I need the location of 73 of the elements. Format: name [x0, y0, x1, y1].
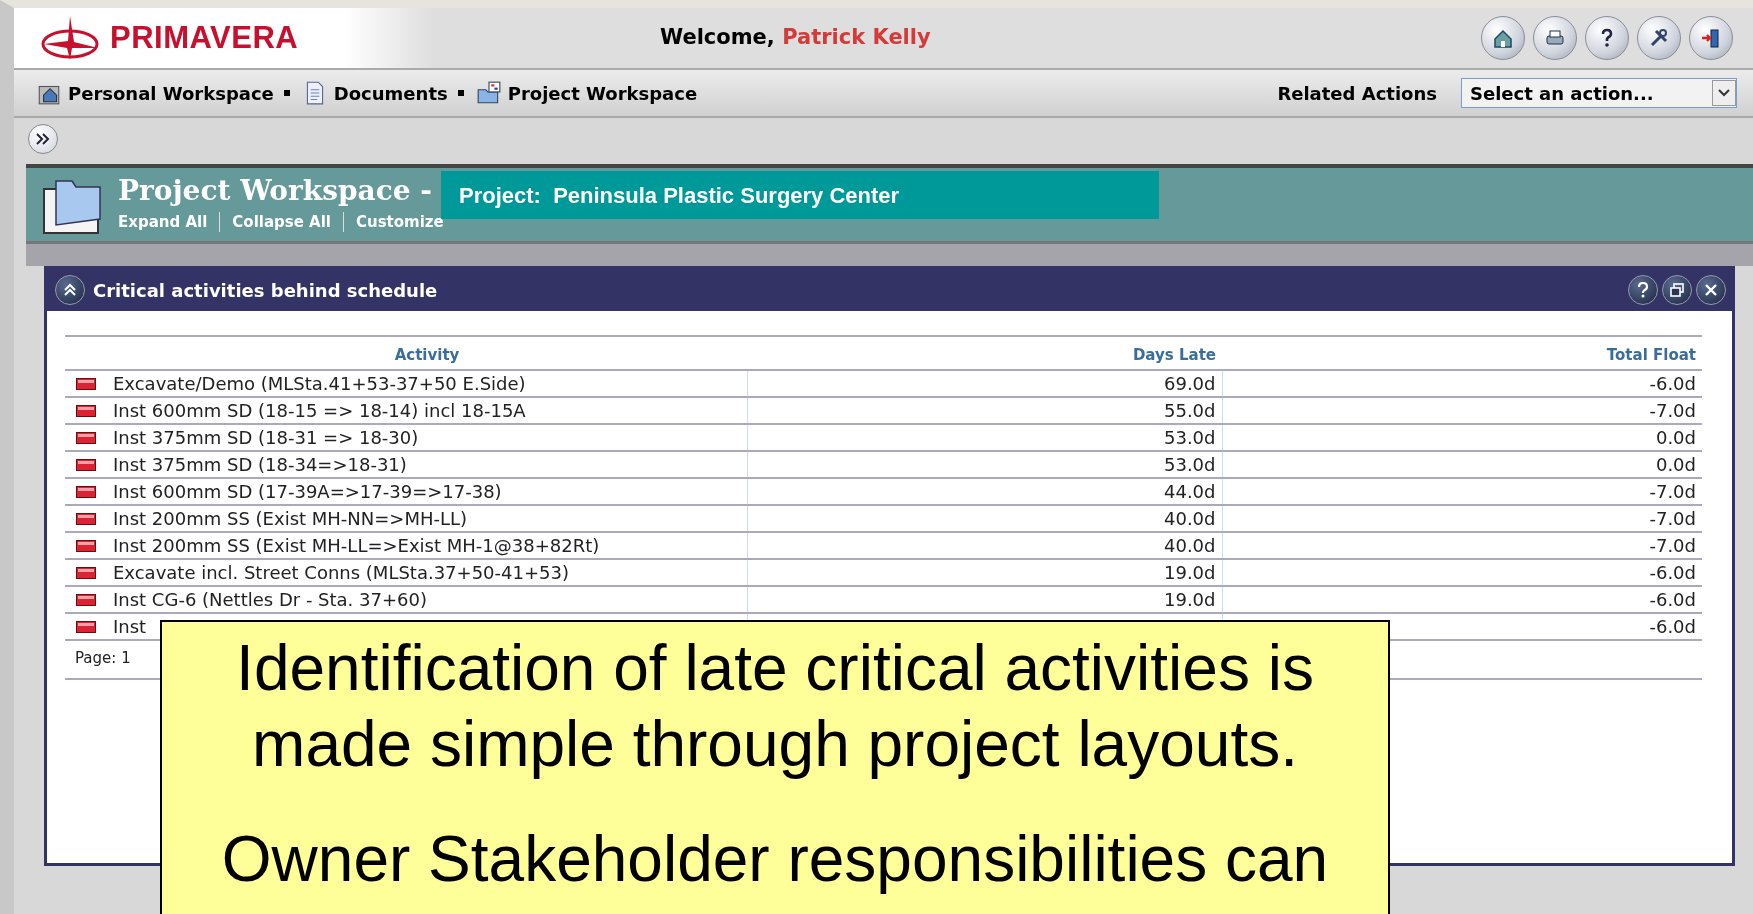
table-cell: 69.0d	[1164, 372, 1216, 394]
table-cell: Inst	[113, 615, 147, 637]
bar-icon	[76, 404, 96, 417]
table-cell: -7.0d	[1649, 399, 1696, 421]
chevron-up-icon	[63, 283, 77, 297]
logout-button[interactable]	[1689, 16, 1733, 60]
collapse-button[interactable]	[55, 275, 85, 305]
close-icon	[1704, 283, 1718, 297]
portlet-title: Critical activities behind schedule	[93, 278, 438, 303]
restore-icon	[1670, 283, 1684, 297]
restore-button[interactable]	[1662, 275, 1692, 305]
column-header: Total Float	[1606, 345, 1696, 364]
logo-text: PRIMAVERA	[110, 18, 299, 57]
tools-button[interactable]	[1637, 16, 1681, 60]
nav-link[interactable]: Project Workspace	[507, 79, 698, 107]
table-cell: -6.0d	[1649, 372, 1696, 394]
table-cell: Inst 200mm SS (Exist MH-NN=>MH-LL)	[113, 507, 468, 529]
bar-icon	[76, 458, 96, 471]
bar-icon	[76, 620, 96, 633]
column-header: Days Late	[1132, 345, 1216, 364]
table-cell: Inst 375mm SD (18-31 => 18-30)	[113, 426, 419, 448]
caret-icon	[1718, 89, 1730, 97]
chevron-right-icon	[36, 133, 50, 145]
bar-icon	[76, 566, 96, 579]
table-cell: -7.0d	[1649, 480, 1696, 502]
table-cell: -6.0d	[1649, 588, 1696, 610]
table-cell: 40.0d	[1164, 534, 1216, 556]
table-cell: 53.0d	[1164, 426, 1216, 448]
help-button[interactable]	[1585, 16, 1629, 60]
table-cell: -6.0d	[1649, 561, 1696, 583]
home-button[interactable]	[1481, 16, 1525, 60]
table-cell: Inst 200mm SS (Exist MH-LL=>Exist MH-1@38+82Rt)	[113, 534, 600, 556]
table-cell: Excavate/Demo (MLSta.41+53-37+50 E.Side)	[113, 372, 526, 394]
bar-icon	[76, 377, 96, 390]
nav-link[interactable]: Documents	[333, 79, 448, 107]
bar-icon	[76, 485, 96, 498]
bar-icon	[76, 593, 96, 606]
table-cell: 40.0d	[1164, 507, 1216, 529]
table-cell: 55.0d	[1164, 399, 1216, 421]
table-cell: Inst 375mm SD (18-34=>18-31)	[113, 453, 407, 475]
bullet-icon	[283, 90, 290, 96]
workspace-title: Project Workspace -	[118, 175, 433, 207]
page-indicator: Page: 1	[75, 648, 132, 669]
table-cell: 44.0d	[1164, 480, 1216, 502]
table-cell: Inst CG-6 (Nettles Dr - Sta. 37+60)	[113, 588, 427, 610]
table-cell: 0.0d	[1655, 426, 1696, 448]
folder-icon	[475, 80, 502, 106]
related-actions-label: Related Actions	[1277, 81, 1437, 106]
nav-link[interactable]: Personal Workspace	[68, 79, 274, 107]
help-button[interactable]	[1628, 275, 1658, 305]
expand-sidebar-button[interactable]	[28, 124, 58, 154]
table-cell: -6.0d	[1649, 615, 1696, 637]
table-cell: Inst 600mm SD (17-39A=>17-39=>17-38)	[113, 480, 502, 502]
callout-note: Identification of late critical activities is made simple through project layouts. Owner Stakeholder responsibilities can	[160, 620, 1390, 914]
table-cell: 0.0d	[1655, 453, 1696, 475]
table-cell: 19.0d	[1164, 588, 1216, 610]
project-banner: Project: Peninsula Plastic Surgery Center	[441, 171, 1159, 219]
close-button[interactable]	[1696, 275, 1726, 305]
print-button[interactable]	[1533, 16, 1577, 60]
welcome-text: Welcome, Patrick Kelly	[660, 24, 931, 52]
table-cell: Excavate incl. Street Conns (MLSta.37+50-41+53)	[113, 561, 569, 583]
table-cell: 53.0d	[1164, 453, 1216, 475]
table-cell: -7.0d	[1649, 507, 1696, 529]
bullet-icon	[457, 90, 464, 96]
bar-icon	[76, 431, 96, 444]
column-header: Activity	[394, 345, 460, 364]
bar-icon	[76, 512, 96, 525]
bar-icon	[76, 539, 96, 552]
table-cell: 19.0d	[1164, 561, 1216, 583]
help-icon	[1637, 282, 1649, 298]
table-cell: -7.0d	[1649, 534, 1696, 556]
action-select[interactable]: Select an action...	[1461, 78, 1737, 108]
table-cell: Inst 600mm SD (18-15 => 18-14) incl 18-15A	[113, 399, 526, 421]
